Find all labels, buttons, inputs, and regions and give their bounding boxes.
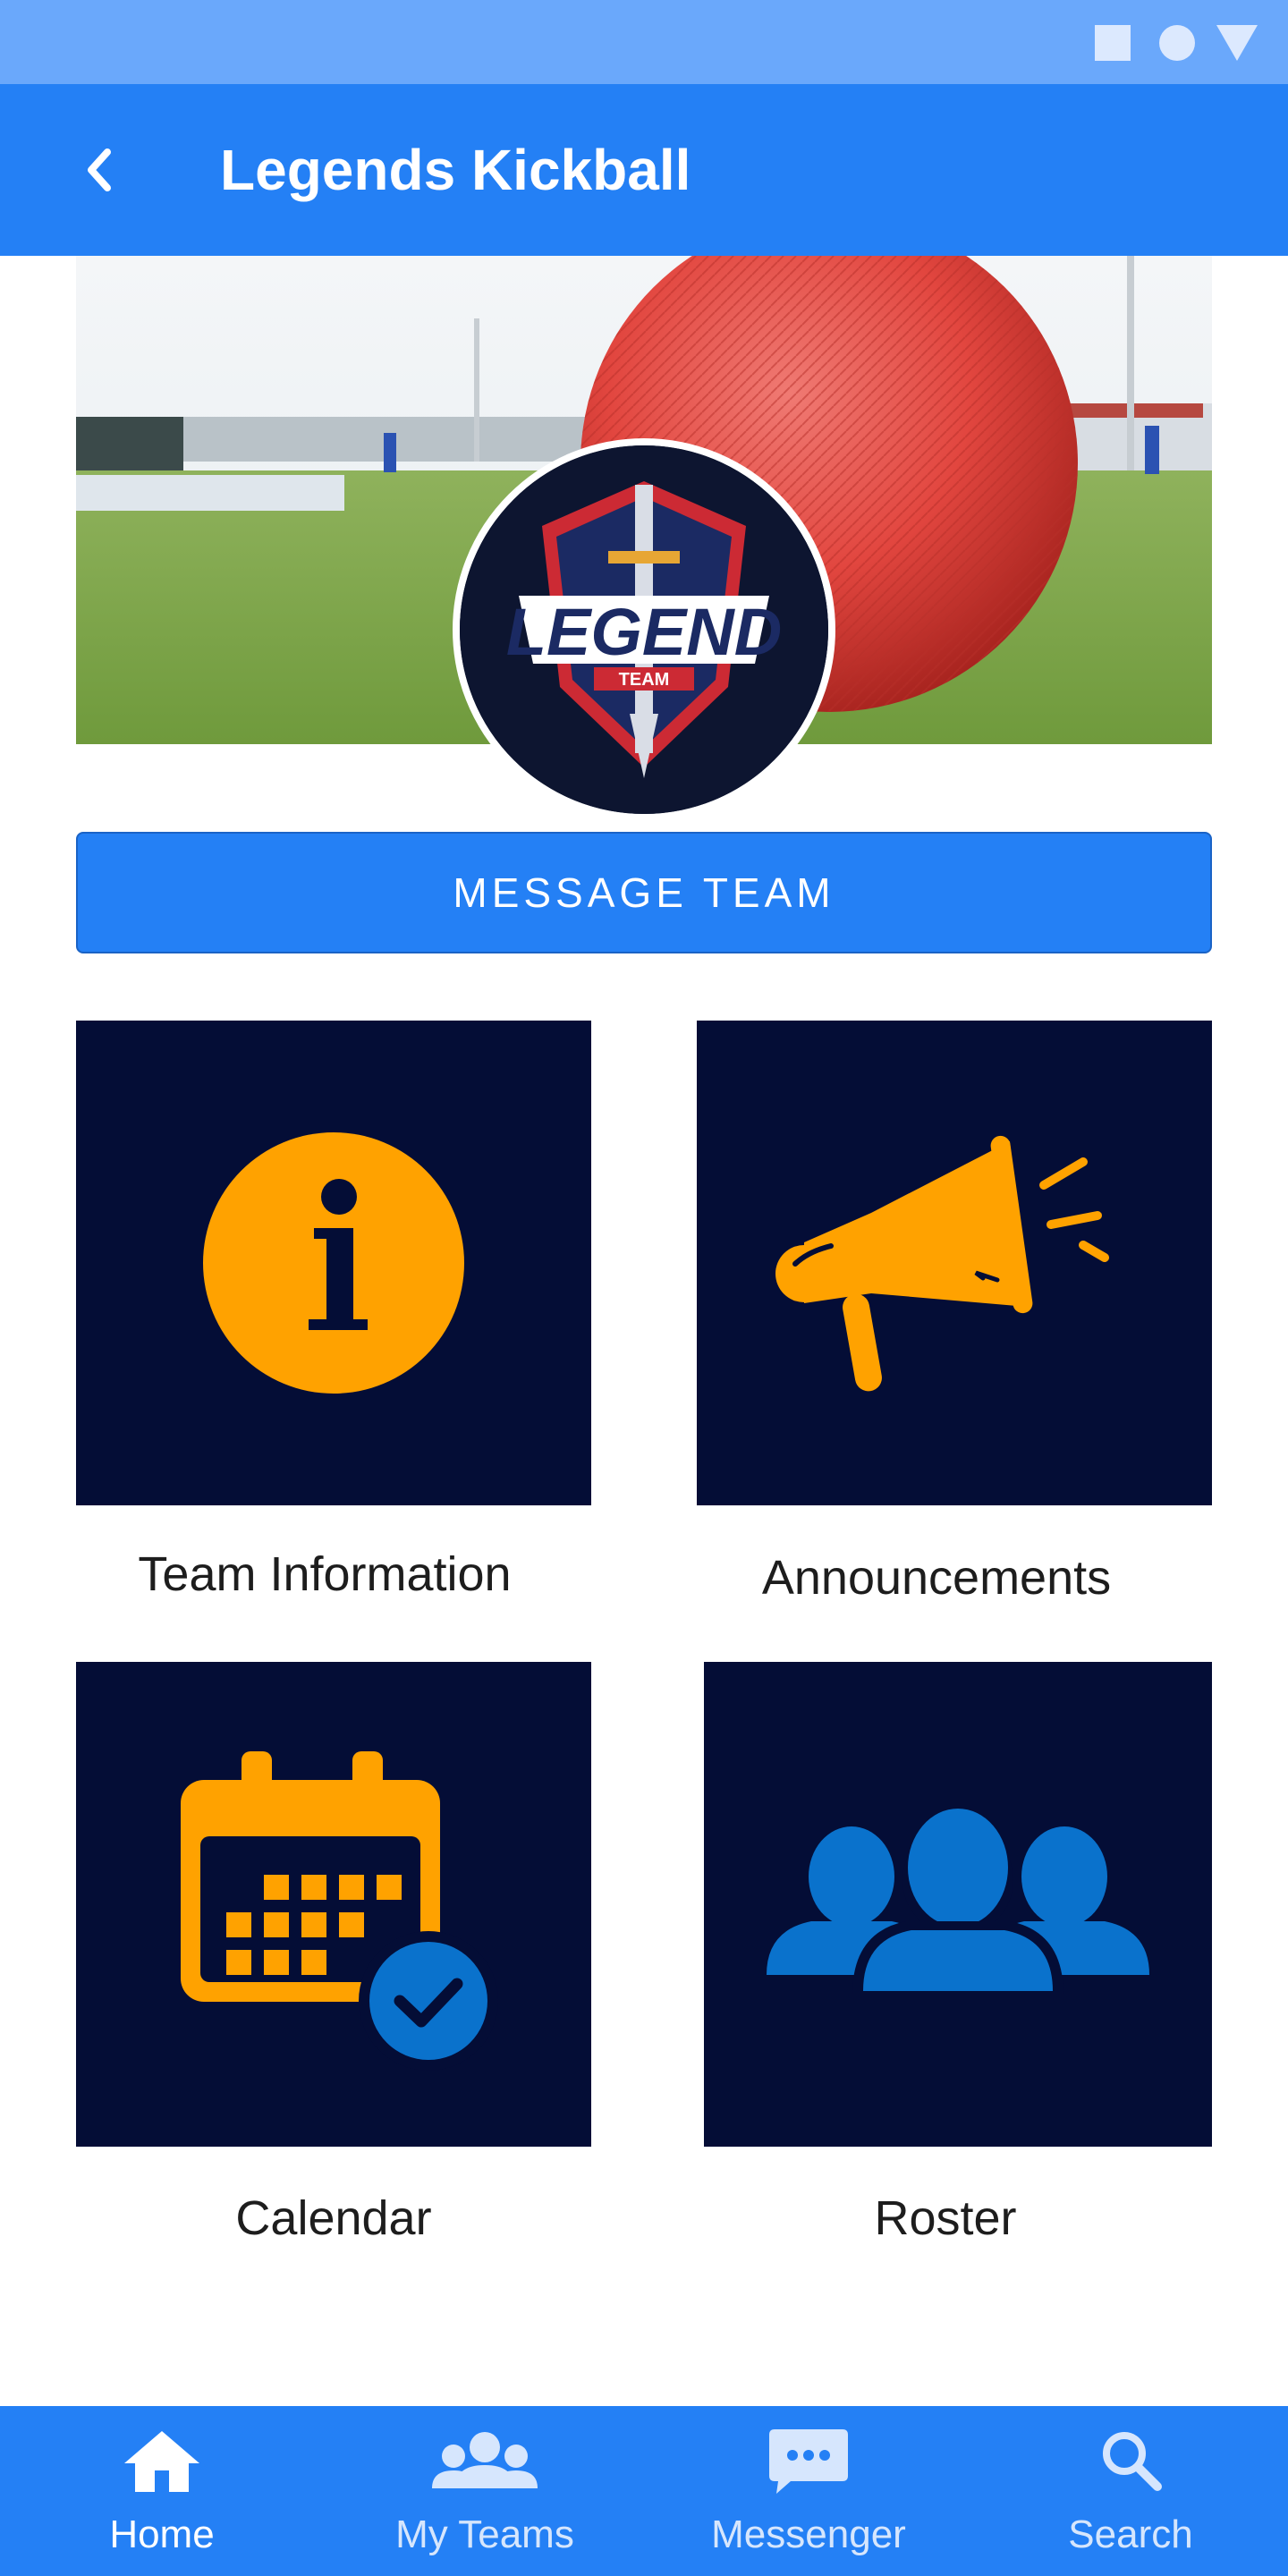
chevron-left-icon <box>88 148 111 191</box>
calendar-tile[interactable] <box>76 1662 591 2147</box>
teams-icon <box>432 2432 538 2488</box>
announcements-label: Announcements <box>761 1551 1112 1605</box>
roster-label: Roster <box>874 2191 1017 2245</box>
nav-item-home[interactable]: Home <box>79 2406 245 2576</box>
system-status-icons <box>1095 25 1258 61</box>
announcements-tile[interactable] <box>697 1021 1212 1505</box>
info-icon <box>203 1132 464 1394</box>
nav-label-home: Home <box>109 2512 215 2556</box>
team-information-label: Team Information <box>138 1547 512 1601</box>
roster-tile[interactable] <box>704 1662 1212 2147</box>
team-logo-subtext: TEAM <box>619 670 670 690</box>
calendar-check-icon <box>181 1751 498 2071</box>
team-logo-wordmark: LEGEND <box>506 595 782 669</box>
chat-icon <box>769 2429 848 2494</box>
page-title: Legends Kickball <box>220 138 691 202</box>
nav-label-messenger: Messenger <box>711 2512 906 2556</box>
back-button[interactable] <box>63 125 152 215</box>
nav-label-my-teams: My Teams <box>395 2512 574 2556</box>
team-information-tile[interactable] <box>76 1021 591 1505</box>
nav-item-search[interactable]: Search <box>1048 2406 1213 2576</box>
bottom-navigation: Home My Teams Messenger Search <box>0 2406 1288 2576</box>
home-icon <box>124 2431 199 2492</box>
megaphone-icon <box>775 1135 1109 1392</box>
app-bar: Legends Kickball <box>0 84 1288 256</box>
nav-label-search: Search <box>1068 2512 1193 2556</box>
calendar-label: Calendar <box>235 2191 432 2245</box>
nav-item-messenger[interactable]: Messenger <box>701 2406 916 2576</box>
search-icon <box>1103 2432 1162 2491</box>
group-icon <box>767 1809 1149 1995</box>
status-bar <box>0 0 1288 84</box>
message-team-button[interactable]: MESSAGE TEAM <box>76 832 1212 953</box>
team-logo: LEGEND TEAM <box>453 438 835 821</box>
nav-item-my-teams[interactable]: My Teams <box>376 2406 594 2576</box>
